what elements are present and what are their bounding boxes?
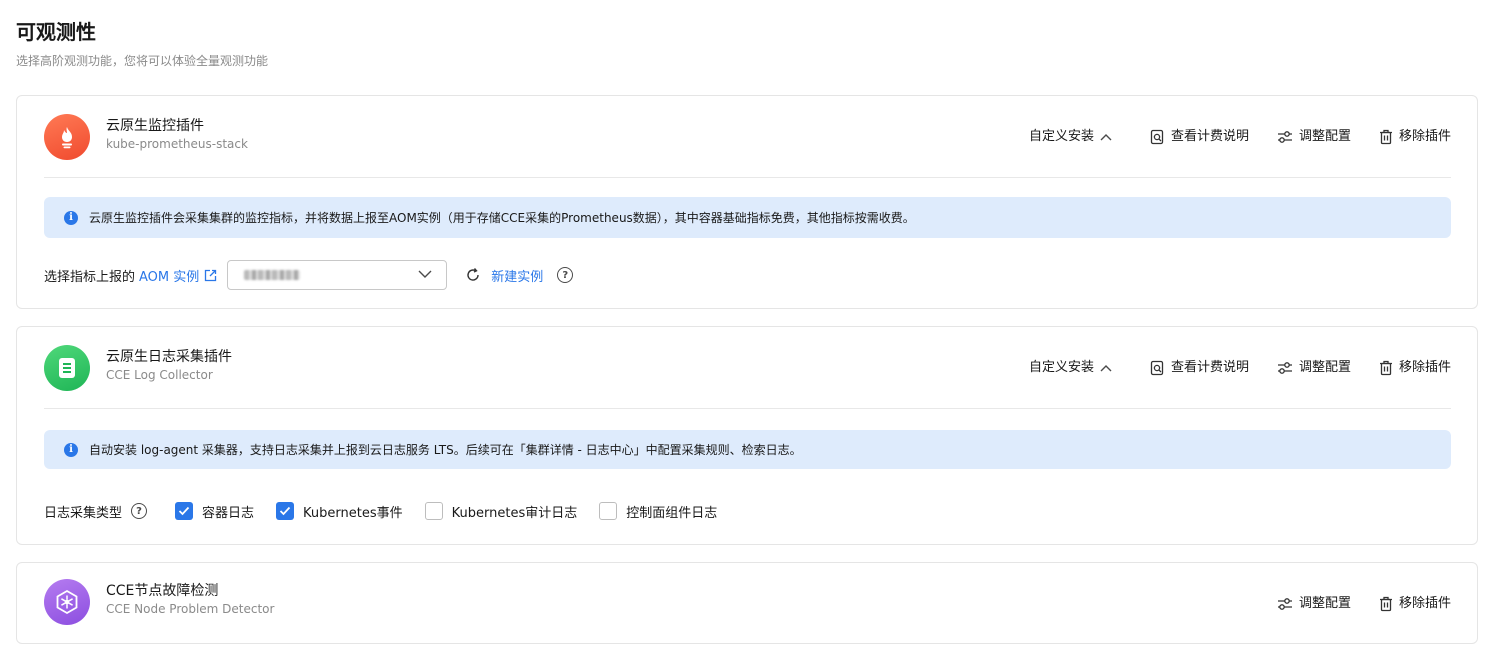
plugin-header: CCE节点故障检测 CCE Node Problem Detector 调整配置… — [44, 579, 1451, 625]
billing-info-label: 查看计费说明 — [1170, 360, 1249, 375]
notice-text: 云原生监控插件会采集集群的监控指标，并将数据上报至AOM实例（用于存储CCE采集… — [89, 211, 915, 225]
checkbox-k8s-audit-logs[interactable]: Kubernetes审计日志 — [424, 502, 578, 521]
plugin-subtitle: CCE Log Collector — [106, 368, 213, 382]
custom-install-label: 自定义安装 — [1028, 360, 1094, 375]
checkmark-icon — [178, 506, 190, 516]
node-detector-icon — [44, 579, 90, 625]
checkbox-unchecked[interactable] — [424, 502, 443, 520]
checkmark-icon — [279, 506, 291, 516]
adjust-config-button[interactable]: 调整配置 — [1277, 358, 1351, 378]
plugin-actions: 自定义安装 查看计费说明 调整配置 移除插件 — [1029, 357, 1451, 379]
trash-icon — [1379, 129, 1392, 145]
plugin-actions: 自定义安装 查看计费说明 调整配置 移除插件 — [1029, 126, 1451, 148]
refresh-button[interactable] — [465, 267, 481, 283]
sliders-icon — [1277, 598, 1292, 610]
checkbox-label: Kubernetes事件 — [303, 505, 403, 521]
prometheus-flame-icon — [44, 114, 90, 160]
billing-info-label: 查看计费说明 — [1170, 129, 1249, 144]
log-type-row: 日志采集类型 ? 容器日志 Kubernetes事件 Kubernetes审计日… — [44, 499, 739, 523]
chevron-down-icon — [418, 270, 432, 278]
chevron-up-icon — [1100, 134, 1112, 141]
plugin-subtitle: CCE Node Problem Detector — [106, 602, 275, 616]
checkbox-label: 容器日志 — [202, 505, 255, 521]
observability-page: 可观测性 选择高阶观测功能，您将可以体验全量观测功能 云原生监控插件 kube-… — [0, 0, 1488, 667]
plugin-header: 云原生监控插件 kube-prometheus-stack 自定义安装 查看计费… — [44, 114, 1451, 160]
billing-search-icon — [1150, 129, 1164, 145]
checkbox-label: 控制面组件日志 — [626, 505, 718, 521]
plugin-header: 云原生日志采集插件 CCE Log Collector 自定义安装 查看计费说明… — [44, 345, 1451, 391]
sliders-icon — [1277, 362, 1292, 374]
trash-icon — [1379, 360, 1392, 376]
divider — [44, 408, 1451, 409]
adjust-config-button[interactable]: 调整配置 — [1277, 594, 1351, 614]
checkbox-control-plane-logs[interactable]: 控制面组件日志 — [599, 502, 717, 521]
checkbox-container-logs[interactable]: 容器日志 — [175, 502, 254, 521]
billing-search-icon — [1150, 360, 1164, 376]
selected-instance-redacted — [244, 270, 301, 280]
plugin-card-node-problem-detector: CCE节点故障检测 CCE Node Problem Detector 调整配置… — [16, 562, 1478, 644]
adjust-config-label: 调整配置 — [1298, 360, 1351, 375]
plugin-actions: 调整配置 移除插件 — [1277, 593, 1451, 615]
log-type-label: 日志采集类型 — [44, 505, 123, 521]
aom-label: 选择指标上报的 — [44, 269, 136, 285]
plugin-card-prometheus: 云原生监控插件 kube-prometheus-stack 自定义安装 查看计费… — [16, 95, 1478, 309]
log-document-icon — [44, 345, 90, 391]
checkbox-checked[interactable] — [175, 502, 194, 520]
remove-plugin-button[interactable]: 移除插件 — [1379, 127, 1451, 147]
remove-plugin-button[interactable]: 移除插件 — [1379, 358, 1451, 378]
billing-info-button[interactable]: 查看计费说明 — [1150, 127, 1249, 147]
new-instance-link[interactable]: 新建实例 — [491, 266, 543, 285]
checkbox-checked[interactable] — [276, 502, 295, 520]
adjust-config-label: 调整配置 — [1298, 596, 1351, 611]
remove-plugin-button[interactable]: 移除插件 — [1379, 594, 1451, 614]
plugin-card-log-collector: 云原生日志采集插件 CCE Log Collector 自定义安装 查看计费说明… — [16, 326, 1478, 545]
adjust-config-button[interactable]: 调整配置 — [1277, 127, 1351, 147]
plugin-subtitle: kube-prometheus-stack — [106, 137, 248, 151]
page-title: 可观测性 — [16, 20, 96, 44]
aom-instance-select[interactable] — [227, 260, 448, 290]
plugin-name: 云原生监控插件 — [106, 118, 204, 134]
info-icon: i — [64, 442, 78, 457]
chevron-up-icon — [1100, 365, 1112, 372]
checkbox-unchecked[interactable] — [599, 502, 618, 520]
adjust-config-label: 调整配置 — [1298, 129, 1351, 144]
checkbox-k8s-events[interactable]: Kubernetes事件 — [276, 502, 403, 521]
checkbox-label: Kubernetes审计日志 — [451, 505, 578, 521]
help-icon[interactable]: ? — [557, 267, 574, 283]
notice-text: 自动安装 log-agent 采集器，支持日志采集并上报到云日志服务 LTS。后… — [89, 443, 802, 457]
aom-link-text: AOM 实例 — [139, 269, 200, 285]
info-notice: i 云原生监控插件会采集集群的监控指标，并将数据上报至AOM实例（用于存储CCE… — [44, 197, 1451, 238]
info-notice: i 自动安装 log-agent 采集器，支持日志采集并上报到云日志服务 LTS… — [44, 430, 1451, 469]
remove-plugin-label: 移除插件 — [1398, 596, 1451, 611]
help-icon[interactable]: ? — [131, 503, 148, 519]
page-subtitle: 选择高阶观测功能，您将可以体验全量观测功能 — [16, 54, 269, 68]
aom-instance-link[interactable]: AOM 实例 — [139, 266, 217, 285]
remove-plugin-label: 移除插件 — [1398, 129, 1451, 144]
remove-plugin-label: 移除插件 — [1398, 360, 1451, 375]
info-icon: i — [64, 210, 78, 225]
custom-install-toggle[interactable]: 自定义安装 — [1029, 127, 1112, 147]
plugin-name: CCE节点故障检测 — [106, 583, 219, 599]
divider — [44, 177, 1451, 178]
trash-icon — [1379, 596, 1392, 612]
custom-install-label: 自定义安装 — [1028, 129, 1094, 144]
sliders-icon — [1277, 131, 1292, 143]
external-link-icon — [205, 269, 217, 281]
aom-instance-row: 选择指标上报的 AOM 实例 新建实例 ? — [44, 260, 574, 290]
billing-info-button[interactable]: 查看计费说明 — [1150, 358, 1249, 378]
custom-install-toggle[interactable]: 自定义安装 — [1029, 358, 1112, 378]
refresh-icon — [467, 268, 479, 281]
plugin-name: 云原生日志采集插件 — [106, 349, 232, 365]
